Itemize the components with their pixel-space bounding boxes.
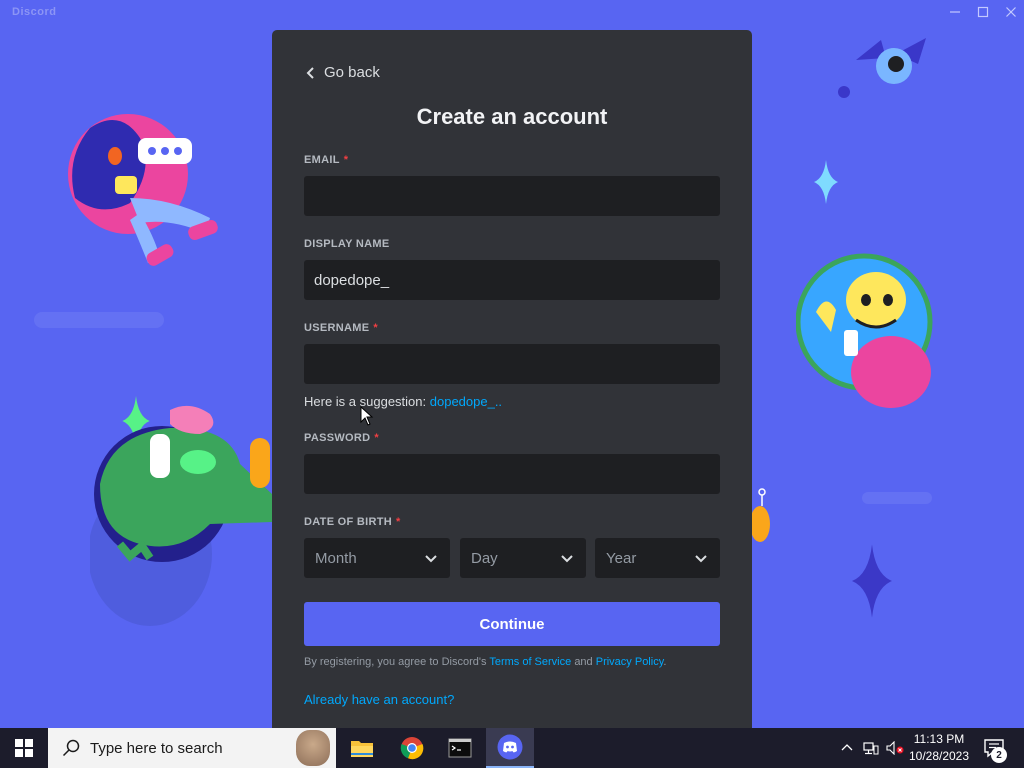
required-asterisk: *: [373, 322, 378, 334]
chevron-down-icon: [561, 555, 573, 563]
chevron-left-icon: [306, 66, 314, 79]
chevron-down-icon: [425, 555, 437, 563]
start-button[interactable]: [0, 728, 48, 768]
file-explorer-button[interactable]: [338, 728, 386, 768]
notification-count-badge: 2: [991, 747, 1007, 763]
minimize-icon: [950, 11, 960, 13]
password-label: PASSWORD *: [304, 432, 379, 444]
minimize-button[interactable]: [940, 0, 970, 24]
terms-of-service-link[interactable]: Terms of Service: [489, 656, 571, 668]
required-asterisk: *: [374, 432, 379, 444]
username-suggestion: Here is a suggestion: dopedope_..: [304, 394, 503, 409]
search-placeholder: Type here to search: [90, 739, 223, 757]
legal-text: By registering, you agree to Discord's T…: [304, 656, 667, 668]
year-select-value: Year: [606, 549, 637, 567]
terminal-button[interactable]: [436, 728, 484, 768]
discord-icon: [497, 734, 523, 760]
create-account-modal: Go back Create an account EMAIL * DISPLAY…: [272, 30, 752, 728]
email-label: EMAIL *: [304, 154, 349, 166]
month-select-value: Month: [315, 549, 357, 567]
folder-icon: [351, 741, 373, 757]
speaker-muted-icon: [886, 741, 904, 755]
app-title: Discord: [12, 6, 57, 18]
gadget-illustration: [752, 488, 770, 542]
network-icon: [863, 742, 879, 755]
search-highlight-image: [296, 730, 330, 766]
day-select-value: Day: [471, 549, 498, 567]
bat-creature-illustration: [838, 38, 926, 98]
required-asterisk: *: [396, 516, 401, 528]
chrome-button[interactable]: [388, 728, 436, 768]
password-field[interactable]: [304, 454, 720, 494]
chevron-up-icon: [841, 744, 853, 751]
window-titlebar: Discord: [0, 0, 1024, 24]
email-field[interactable]: [304, 176, 720, 216]
yellow-character-illustration: [796, 253, 933, 408]
close-icon: [1006, 7, 1016, 17]
terminal-icon: [448, 738, 472, 758]
hooded-character-illustration: [68, 114, 218, 266]
month-select[interactable]: Month: [304, 538, 450, 578]
green-dinosaur-illustration: [90, 405, 272, 626]
volume-button[interactable]: [884, 728, 906, 768]
mouse-cursor-icon: [360, 406, 374, 426]
taskbar-clock[interactable]: 11:13 PM 10/28/2023: [906, 731, 972, 765]
taskbar: Type here to search 11:13 PM 10/28/2023 …: [0, 728, 1024, 768]
date-of-birth-label: DATE OF BIRTH *: [304, 516, 401, 528]
chrome-icon: [400, 737, 424, 760]
background-cloud: [34, 312, 164, 328]
display-name-field[interactable]: dopedope_: [304, 260, 720, 300]
maximize-icon: [977, 6, 989, 18]
go-back-button[interactable]: Go back: [304, 64, 380, 81]
day-select[interactable]: Day: [460, 538, 586, 578]
close-button[interactable]: [996, 0, 1024, 24]
year-select[interactable]: Year: [595, 538, 720, 578]
taskbar-search-box[interactable]: Type here to search: [48, 728, 336, 768]
continue-button[interactable]: Continue: [304, 602, 720, 646]
display-name-label: DISPLAY NAME: [304, 238, 390, 250]
username-field[interactable]: [304, 344, 720, 384]
network-button[interactable]: [861, 728, 881, 768]
clock-date: 10/28/2023: [908, 749, 970, 763]
clock-time: 11:13 PM: [913, 732, 965, 746]
privacy-policy-link[interactable]: Privacy Policy: [596, 656, 664, 668]
windows-logo-icon: [15, 739, 33, 757]
sparkle-icon: [852, 544, 892, 618]
sparkle-icon: [814, 160, 838, 204]
background-cloud: [862, 492, 932, 504]
go-back-label: Go back: [324, 64, 380, 81]
chevron-down-icon: [695, 555, 707, 563]
suggestion-link[interactable]: dopedope_..: [430, 394, 502, 409]
required-asterisk: *: [343, 154, 349, 166]
show-hidden-icons-button[interactable]: [838, 728, 856, 768]
login-link[interactable]: Already have an account?: [304, 692, 454, 707]
username-label: USERNAME *: [304, 322, 378, 334]
search-icon: [62, 739, 80, 757]
page-title: Create an account: [416, 104, 608, 129]
maximize-button[interactable]: [968, 0, 998, 24]
discord-taskbar-button[interactable]: [486, 728, 534, 768]
